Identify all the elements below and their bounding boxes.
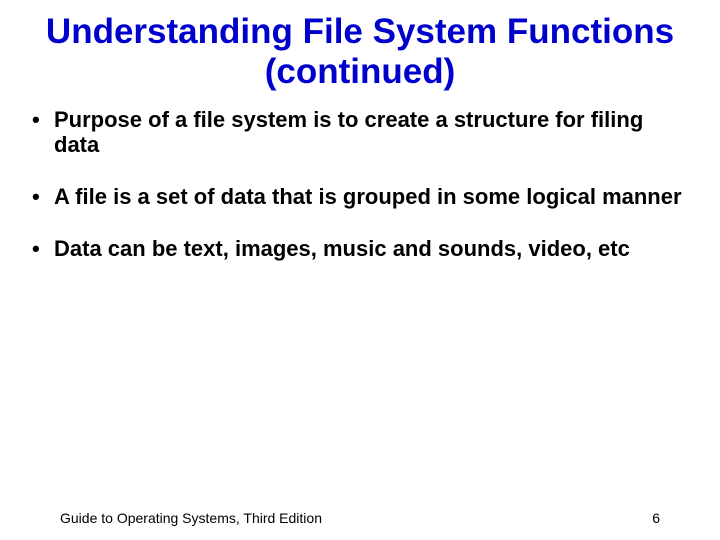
slide-title: Understanding File System Functions (con… <box>0 0 720 101</box>
slide-body: Purpose of a file system is to create a … <box>0 101 720 263</box>
page-number: 6 <box>652 510 660 526</box>
list-item: Data can be text, images, music and soun… <box>28 236 692 262</box>
list-item: A file is a set of data that is grouped … <box>28 184 692 210</box>
bullet-list: Purpose of a file system is to create a … <box>28 107 692 263</box>
footer-text: Guide to Operating Systems, Third Editio… <box>60 510 322 526</box>
slide-footer: Guide to Operating Systems, Third Editio… <box>0 510 720 526</box>
list-item: Purpose of a file system is to create a … <box>28 107 692 159</box>
slide: Understanding File System Functions (con… <box>0 0 720 540</box>
